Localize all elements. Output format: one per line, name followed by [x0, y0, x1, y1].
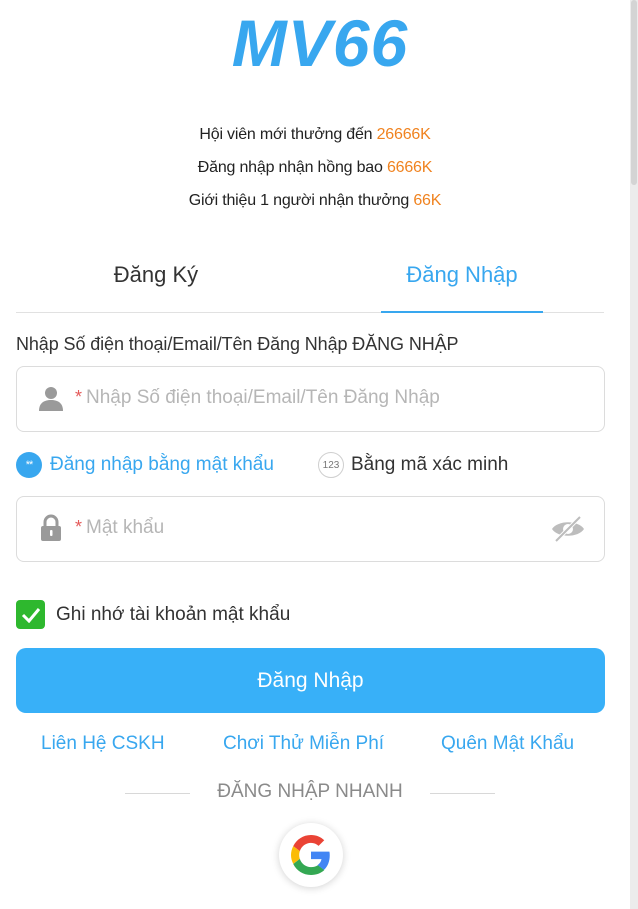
tab-login-label: Đăng Nhập — [406, 262, 518, 287]
remember-label: Ghi nhớ tài khoản mật khẩu — [56, 603, 291, 625]
code-mode-icon: 123 — [318, 452, 344, 478]
promo-amount: 66K — [413, 192, 442, 209]
quick-login-label: ĐĂNG NHẬP NHANH — [217, 781, 403, 802]
tab-register[interactable]: Đăng Ký — [66, 252, 246, 312]
google-login-button[interactable] — [279, 823, 343, 887]
promo-text: Đăng nhập nhận hồng bao — [197, 159, 387, 176]
brand-logo: MV66 — [232, 12, 409, 76]
divider-line — [430, 793, 495, 794]
password-field: * — [16, 496, 605, 562]
support-link[interactable]: Liên Hệ CSKH — [41, 733, 165, 755]
promo-line: Giới thiệu 1 người nhận thưởng 66K — [0, 190, 630, 212]
auth-tabs: Đăng Ký Đăng Nhập — [16, 252, 604, 313]
promo-text: Giới thiệu 1 người nhận thưởng — [188, 192, 414, 209]
promo-text: Hội viên mới thưởng đến — [199, 126, 377, 143]
free-trial-link[interactable]: Chơi Thử Miễn Phí — [223, 733, 384, 755]
promo-amount: 6666K — [386, 159, 433, 176]
required-mark: * — [75, 387, 83, 407]
account-field-label: Nhập Số điện thoại/Email/Tên Đăng Nhập Đ… — [16, 334, 459, 354]
footer-links: Liên Hệ CSKH Chơi Thử Miễn Phí Quên Mật … — [0, 733, 638, 759]
mode-password-option[interactable]: ** Đăng nhập bằng mật khẩu — [16, 450, 274, 480]
password-input[interactable] — [86, 511, 516, 545]
tab-active-indicator — [381, 311, 543, 313]
lock-icon — [41, 514, 61, 541]
mode-password-label: Đăng nhập bằng mật khẩu — [50, 454, 274, 475]
promo-line: Đăng nhập nhận hồng bao 6666K — [0, 157, 630, 179]
google-icon — [291, 835, 330, 875]
promo-line: Hội viên mới thưởng đến 26666K — [0, 124, 630, 146]
mode-code-option[interactable]: 123 Bằng mã xác minh — [318, 450, 508, 480]
account-field: * — [16, 366, 605, 432]
quick-login-divider: ĐĂNG NHẬP NHANH — [0, 781, 638, 805]
brand-logo-text: MV66 — [232, 12, 409, 76]
promo-list: Hội viên mới thưởng đến 26666K Đăng nhập… — [0, 124, 630, 223]
eye-off-icon[interactable] — [550, 514, 586, 544]
scrollbar-thumb[interactable] — [631, 0, 637, 185]
scrollbar-track[interactable] — [630, 0, 638, 909]
forgot-password-link[interactable]: Quên Mật Khẩu — [441, 733, 574, 755]
remember-checkbox[interactable]: Ghi nhớ tài khoản mật khẩu — [16, 600, 290, 629]
login-button[interactable]: Đăng Nhập — [16, 648, 605, 713]
mode-code-label: Bằng mã xác minh — [351, 454, 509, 475]
required-mark: * — [75, 517, 83, 537]
tab-login[interactable]: Đăng Nhập — [381, 252, 543, 313]
password-mode-icon: ** — [16, 452, 42, 478]
user-icon — [39, 387, 63, 411]
account-input[interactable] — [86, 381, 556, 415]
promo-amount: 26666K — [376, 126, 431, 143]
check-icon — [16, 600, 45, 629]
